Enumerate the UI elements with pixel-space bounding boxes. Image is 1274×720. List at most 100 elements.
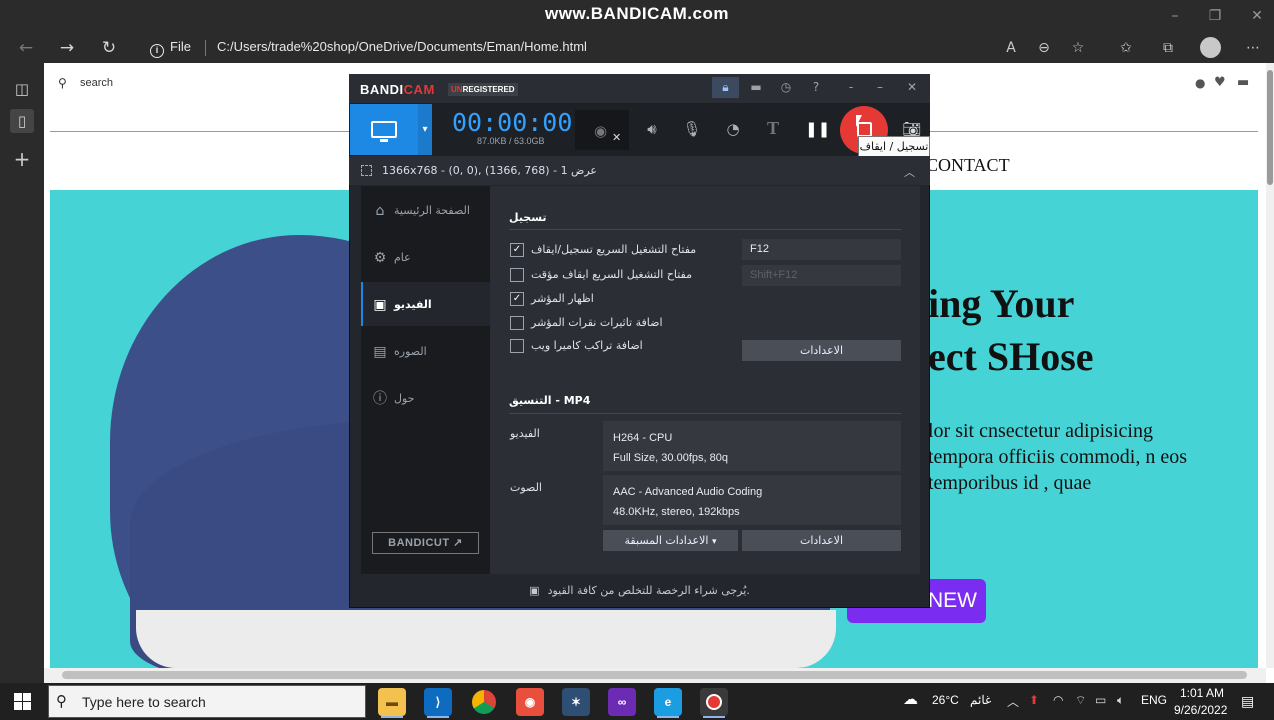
chevron-up-icon[interactable]: ︿	[904, 164, 915, 180]
cart-icon[interactable]: ▬	[1237, 75, 1249, 90]
audio-format-box[interactable]: AAC - Advanced Audio Coding 48.0KHz, ste…	[603, 475, 901, 525]
folder-icon[interactable]: ▬	[745, 79, 767, 96]
windows-start-icon[interactable]	[14, 693, 31, 710]
network-icon[interactable]: ◠	[1053, 693, 1063, 707]
battery-icon[interactable]: ▭	[1095, 693, 1106, 707]
visual-studio-icon[interactable]: ∞	[608, 688, 636, 716]
license-notice[interactable]: ▣ يُرجى شراء الرخصة للتخلص من كافة القيود…	[350, 575, 929, 607]
forward-icon[interactable]: →	[54, 37, 80, 59]
horizontal-scroll-thumb[interactable]	[62, 671, 1247, 679]
sidebar-selected-indicator	[361, 282, 363, 326]
sidebar-item-about[interactable]: حول	[394, 392, 414, 405]
site-search-input[interactable]: search	[80, 77, 113, 89]
format-settings-button[interactable]: الاعدادات	[742, 530, 901, 551]
restore-icon[interactable]: ❐	[1200, 6, 1230, 26]
collapse-icon[interactable]: -	[840, 79, 862, 96]
close-icon[interactable]: ✕	[1242, 6, 1272, 26]
unreg-prefix: UN	[451, 85, 463, 94]
clock-icon[interactable]: ◷	[775, 79, 797, 96]
profile-avatar[interactable]	[1200, 37, 1221, 58]
option-label: اضافة تراكب كاميرا ويب	[531, 339, 643, 352]
back-icon[interactable]: ←	[13, 37, 39, 59]
heart-icon[interactable]: ♥	[1214, 75, 1226, 90]
region-select-icon	[361, 165, 372, 176]
option-label: مفتاح التشغيل السريع تسجيل/ايقاف	[531, 243, 697, 256]
format-section-title: التنسيق - MP4	[509, 394, 591, 407]
hotkey-pause-field[interactable]: Shift+F12	[742, 265, 901, 286]
file-explorer-icon[interactable]: ▬	[378, 688, 406, 716]
help-icon[interactable]: ?	[805, 79, 827, 96]
audio-label: الصوت	[510, 481, 542, 494]
sidebar-item-video[interactable]: الفيديو	[394, 298, 432, 311]
sidebar-item-home[interactable]: الصفحة الرئيسية	[394, 204, 470, 217]
shoe-sole	[136, 610, 836, 668]
minimize-icon[interactable]: –	[1160, 6, 1190, 26]
webcam-icon: ◉	[594, 122, 608, 140]
language-indicator[interactable]: ENG	[1141, 693, 1167, 707]
chrome-icon[interactable]	[470, 688, 498, 716]
tab-actions-icon[interactable]: ◫	[10, 77, 34, 101]
volume-icon[interactable]: 🔈︎	[1117, 693, 1124, 708]
home-icon: ⌂	[375, 203, 385, 219]
bandicam-tray-icon[interactable]: ⬆	[1029, 693, 1039, 707]
favorites-icon[interactable]: ✩	[1115, 38, 1137, 58]
favorite-add-icon[interactable]: ☆	[1067, 38, 1089, 58]
hero-text: lor sit cnsectetur adipisicing tempora o…	[928, 420, 1188, 494]
close-icon[interactable]: ✕	[901, 79, 923, 96]
site-info[interactable]: i File	[150, 39, 191, 58]
read-aloud-icon[interactable]: A	[1000, 38, 1022, 58]
bandicam-app-icon[interactable]: ◉	[516, 688, 544, 716]
mode-dropdown-icon[interactable]: ▾	[418, 104, 432, 155]
microphone-icon[interactable]: 🎙︎	[681, 118, 703, 140]
recorder-icon[interactable]	[700, 688, 728, 716]
checkbox-webcam-overlay[interactable]	[510, 339, 524, 353]
hotkey-record-field[interactable]: F12	[742, 239, 901, 260]
bandicut-button[interactable]: BANDICUT ↗	[372, 532, 479, 554]
vertical-scroll-thumb[interactable]	[1267, 70, 1273, 185]
minimize-icon[interactable]: –	[869, 79, 891, 96]
text-overlay-icon[interactable]: T	[762, 118, 784, 140]
notification-icon[interactable]: ▤	[1241, 693, 1254, 710]
settings-button[interactable]: الاعدادات	[742, 340, 901, 361]
checkbox-hotkey-pause[interactable]	[510, 268, 524, 282]
pause-icon[interactable]: ❚❚	[805, 118, 830, 140]
video-format-box[interactable]: H264 - CPU Full Size, 30.00fps, 80q	[603, 421, 901, 471]
edge-icon[interactable]: e	[654, 688, 682, 716]
active-indicator	[657, 716, 679, 718]
url-field[interactable]: C:/Users/trade%20shop/OneDrive/Documents…	[217, 39, 587, 54]
nav-contact[interactable]: CONTACT	[926, 155, 1010, 176]
collections-icon[interactable]: ⧉	[1157, 38, 1179, 58]
lock-icon[interactable]: 🔒︎	[712, 77, 739, 98]
sidebar-item-general[interactable]: عام	[394, 251, 411, 264]
chevron-up-icon[interactable]: ︿	[1007, 693, 1019, 710]
checkbox-show-cursor[interactable]: ✓	[510, 292, 524, 306]
audio-params: 48.0KHz, stereo, 192kbps	[613, 506, 740, 518]
vscode-icon[interactable]: ⟩	[424, 688, 452, 716]
network-tool-icon[interactable]: ✶	[562, 688, 590, 716]
recording-timer: 00:00:00	[452, 108, 573, 137]
monitor-stand-icon	[380, 139, 388, 142]
clock-time[interactable]: 1:01 AM	[1180, 686, 1224, 700]
user-icon[interactable]: ●	[1195, 76, 1205, 90]
tab-page-icon[interactable]: ▯	[10, 109, 34, 133]
audio-codec: AAC - Advanced Audio Coding	[613, 486, 763, 498]
sidebar-item-image[interactable]: الصوره	[394, 345, 427, 358]
search-icon[interactable]: ⚲	[58, 76, 67, 90]
video-label: الفيديو	[510, 427, 540, 440]
wifi-icon[interactable]: ⌔	[1075, 693, 1086, 708]
more-icon[interactable]: ⋯	[1242, 38, 1264, 58]
zoom-out-icon[interactable]: ⊖	[1033, 38, 1055, 58]
taskbar-search-input[interactable]: Type here to search	[82, 694, 206, 710]
weather-temp[interactable]: 26°C	[932, 693, 959, 707]
checkbox-hotkey-record[interactable]: ✓	[510, 243, 524, 257]
weather-text[interactable]: غائم	[970, 693, 991, 707]
new-tab-icon[interactable]: +	[10, 147, 34, 171]
checkbox-click-effects[interactable]	[510, 316, 524, 330]
logo-bandi: BANDI	[360, 82, 404, 97]
cursor-effect-icon[interactable]: ◔	[722, 118, 744, 140]
webcam-off-icon: ✕	[612, 131, 622, 144]
presets-button[interactable]: الاعدادات المسبقة ▾	[603, 530, 738, 551]
refresh-icon[interactable]: ↻	[96, 37, 122, 59]
clock-date[interactable]: 9/26/2022	[1174, 703, 1227, 717]
speaker-icon[interactable]: 🔊︎	[641, 118, 663, 140]
